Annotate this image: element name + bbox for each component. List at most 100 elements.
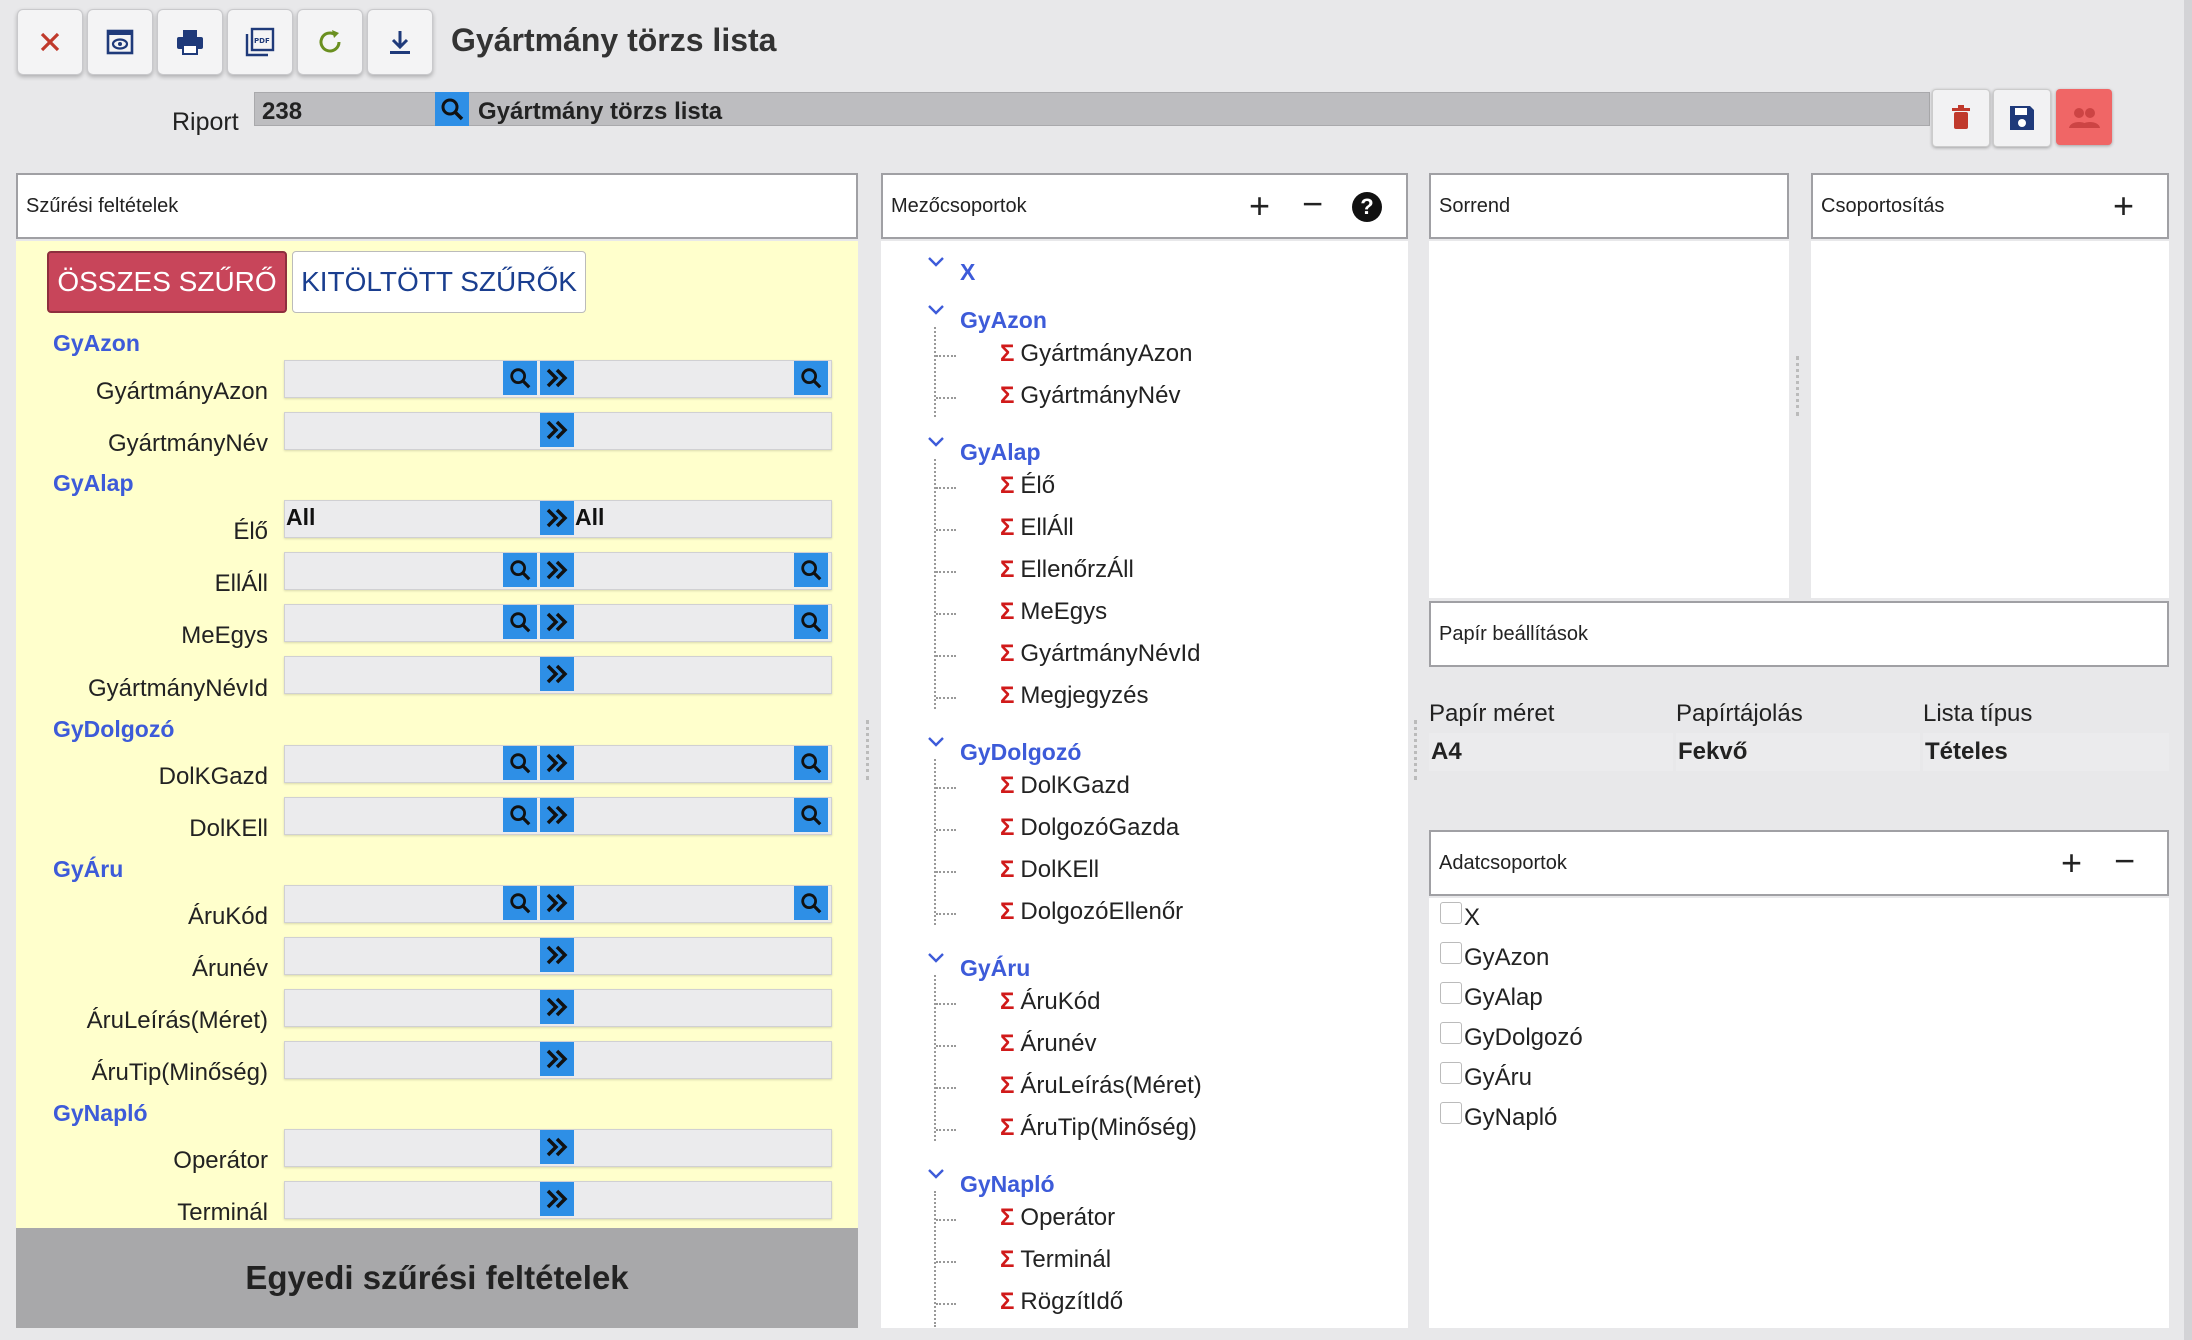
chevron-down-icon[interactable] — [928, 953, 944, 963]
datagroup-item[interactable]: X — [1440, 902, 1480, 932]
tree-item[interactable]: Σ GyártmányAzon — [1000, 340, 1192, 368]
range-arrow-icon[interactable] — [540, 990, 574, 1024]
datagroup-item[interactable]: GyNapló — [1440, 1102, 1557, 1132]
minus-icon[interactable]: − — [1302, 186, 1323, 222]
search-icon[interactable] — [794, 553, 828, 587]
range-arrow-icon[interactable] — [540, 361, 574, 395]
tree-group-gyazon[interactable]: GyAzon — [960, 307, 1047, 334]
tree-item[interactable]: Σ Megjegyzés — [1000, 682, 1148, 710]
chevron-down-icon[interactable] — [928, 737, 944, 747]
plus-icon[interactable]: + — [1249, 188, 1270, 224]
datagroup-item[interactable]: GyAlap — [1440, 982, 1543, 1012]
tree-item[interactable]: Σ ÁruTip(Minőség) — [1000, 1114, 1197, 1142]
all-filters-button[interactable]: ÖSSZES SZŰRŐ — [47, 251, 287, 313]
search-icon[interactable] — [503, 886, 537, 920]
tree-group-gyalap[interactable]: GyAlap — [960, 439, 1041, 466]
preview-icon — [106, 29, 134, 55]
range-arrow-icon[interactable] — [540, 938, 574, 972]
tree-item[interactable]: Σ ÁruKód — [1000, 988, 1100, 1016]
filled-filters-button[interactable]: KITÖLTÖTT SZŰRŐK — [292, 251, 586, 313]
range-arrow-icon[interactable] — [540, 746, 574, 780]
splitter-handle[interactable] — [866, 720, 872, 780]
datagroup-item[interactable]: GyAzon — [1440, 942, 1549, 972]
share-users-button[interactable] — [2056, 89, 2112, 145]
tree-item[interactable]: Σ DolgozóEllenőr — [1000, 898, 1183, 926]
checkbox[interactable] — [1440, 942, 1462, 964]
tree-item[interactable]: Σ EllÁll — [1000, 514, 1074, 542]
range-arrow-icon[interactable] — [540, 501, 574, 535]
paper-size-select[interactable]: A4 — [1429, 733, 1673, 771]
range-arrow-icon[interactable] — [540, 553, 574, 587]
chevron-down-icon[interactable] — [928, 305, 944, 315]
minus-icon[interactable]: − — [2114, 843, 2135, 879]
range-arrow-icon[interactable] — [540, 798, 574, 832]
custom-filters-button[interactable]: Egyedi szűrési feltételek — [16, 1228, 858, 1328]
tree-group-gydolgozo[interactable]: GyDolgozó — [960, 739, 1081, 766]
search-icon[interactable] — [794, 746, 828, 780]
datagroup-item[interactable]: GyDolgozó — [1440, 1022, 1583, 1052]
riport-search-button[interactable] — [435, 92, 469, 126]
range-arrow-icon[interactable] — [540, 1182, 574, 1216]
help-icon[interactable]: ? — [1352, 192, 1382, 222]
tree-item[interactable]: Σ RögzítIdő — [1000, 1288, 1123, 1316]
tree-item[interactable]: Σ Élő — [1000, 472, 1055, 500]
chevron-down-icon[interactable] — [928, 257, 944, 267]
search-icon[interactable] — [794, 798, 828, 832]
search-icon[interactable] — [503, 605, 537, 639]
save-button[interactable] — [1993, 89, 2051, 147]
search-icon[interactable] — [503, 798, 537, 832]
users-icon — [2069, 108, 2100, 128]
window-edge — [2184, 0, 2192, 1340]
pdf-button[interactable]: PDF — [227, 9, 293, 75]
tree-item[interactable]: Σ GyártmányNévId — [1000, 640, 1200, 668]
plus-icon[interactable]: + — [2061, 845, 2082, 881]
chevron-down-icon[interactable] — [928, 437, 944, 447]
tree-connector — [936, 871, 956, 873]
tree-group-gynaplo[interactable]: GyNapló — [960, 1171, 1055, 1198]
range-arrow-icon[interactable] — [540, 886, 574, 920]
tree-item[interactable]: Σ MeEgys — [1000, 598, 1107, 626]
range-arrow-icon[interactable] — [540, 605, 574, 639]
close-button[interactable] — [17, 9, 83, 75]
checkbox[interactable] — [1440, 982, 1462, 1004]
range-arrow-icon[interactable] — [540, 1130, 574, 1164]
refresh-button[interactable] — [297, 9, 363, 75]
search-icon[interactable] — [503, 553, 537, 587]
checkbox[interactable] — [1440, 1022, 1462, 1044]
tree-item[interactable]: Σ GyártmányNév — [1000, 382, 1180, 410]
preview-button[interactable] — [87, 9, 153, 75]
tree-group-gyaru[interactable]: GyÁru — [960, 955, 1030, 982]
tree-item[interactable]: Σ ÁruLeírás(Méret) — [1000, 1072, 1202, 1100]
sigma-icon: Σ — [1000, 988, 1015, 1015]
search-icon[interactable] — [794, 886, 828, 920]
tree-item[interactable]: Σ DolgozóGazda — [1000, 814, 1179, 842]
checkbox[interactable] — [1440, 1062, 1462, 1084]
tree-item[interactable]: Σ Terminál — [1000, 1246, 1111, 1274]
search-icon[interactable] — [503, 361, 537, 395]
datagroup-item[interactable]: GyÁru — [1440, 1062, 1532, 1092]
checkbox[interactable] — [1440, 1102, 1462, 1124]
tree-group-x[interactable]: X — [960, 259, 975, 286]
tree-connector — [936, 355, 956, 357]
delete-button[interactable] — [1932, 89, 1990, 147]
splitter-handle[interactable] — [1796, 356, 1802, 416]
plus-icon[interactable]: + — [2113, 188, 2134, 224]
print-button[interactable] — [157, 9, 223, 75]
paper-orientation-select[interactable]: Fekvő — [1676, 733, 1920, 771]
tree-item[interactable]: Σ EllenőrzÁll — [1000, 556, 1134, 584]
search-icon[interactable] — [503, 746, 537, 780]
tree-item[interactable]: Σ DolKGazd — [1000, 772, 1130, 800]
range-arrow-icon[interactable] — [540, 413, 574, 447]
download-button[interactable] — [367, 9, 433, 75]
search-icon[interactable] — [794, 605, 828, 639]
range-arrow-icon[interactable] — [540, 657, 574, 691]
range-arrow-icon[interactable] — [540, 1042, 574, 1076]
list-type-select[interactable]: Tételes — [1923, 733, 2169, 771]
tree-item[interactable]: Σ Operátor — [1000, 1204, 1115, 1232]
checkbox[interactable] — [1440, 902, 1462, 924]
search-icon[interactable] — [794, 361, 828, 395]
tree-item[interactable]: Σ Árunév — [1000, 1030, 1096, 1058]
splitter-handle[interactable] — [1414, 720, 1420, 780]
tree-item[interactable]: Σ DolKEll — [1000, 856, 1099, 884]
chevron-down-icon[interactable] — [928, 1169, 944, 1179]
